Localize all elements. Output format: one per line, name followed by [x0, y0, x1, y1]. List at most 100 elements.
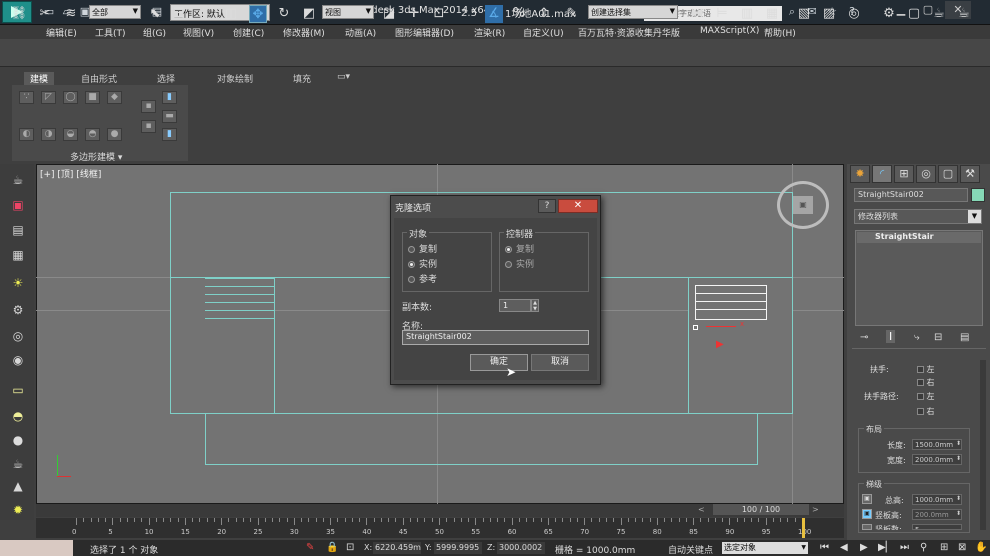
snap-toggle-icon[interactable]: 2.5: [460, 5, 478, 23]
object-color-swatch[interactable]: [971, 188, 985, 202]
sphere-half-icon[interactable]: ◓: [9, 408, 27, 424]
percent-snap-icon[interactable]: %: [510, 5, 528, 23]
box-icon[interactable]: ▭: [9, 382, 27, 398]
create-tab-icon[interactable]: ✸: [850, 165, 870, 183]
spinner-icon[interactable]: ⬍: [956, 495, 961, 502]
material-editor-icon[interactable]: ◎: [845, 5, 863, 23]
slider-right-icon[interactable]: >: [812, 505, 819, 514]
spinner-icon[interactable]: ⬍: [956, 510, 961, 517]
layer-manager-icon[interactable]: ▥: [738, 5, 756, 23]
ribbon-tool-1-icon[interactable]: ◐: [19, 128, 34, 141]
pin-stack-icon[interactable]: ⊸: [860, 332, 868, 343]
helper-icon[interactable]: ⚙: [9, 302, 27, 318]
total-height-field[interactable]: 1000.0mm: [912, 494, 962, 505]
spacewarp-icon[interactable]: ◎: [9, 328, 27, 344]
viewcube-face-icon[interactable]: ▣: [793, 196, 813, 214]
camera-icon[interactable]: ◉: [9, 352, 27, 368]
layer-icon[interactable]: ▦: [9, 247, 27, 263]
menu-plugin[interactable]: 百万瓦特·资源收集丹华版: [578, 26, 680, 39]
rect-selection-icon[interactable]: ⬚: [196, 5, 214, 23]
unlink-icon[interactable]: ✂: [36, 5, 54, 23]
select-object-icon[interactable]: ⬉: [146, 5, 164, 23]
riser-height-field[interactable]: 200.0mm: [912, 509, 962, 520]
spinner-icon[interactable]: ⬍: [956, 440, 961, 447]
width-field[interactable]: 2000.0mm: [912, 454, 962, 465]
viewport-label[interactable]: [+] [顶] [线框]: [40, 167, 101, 180]
tab-populate[interactable]: 填充: [293, 72, 311, 85]
zoom-icon[interactable]: ⚲: [920, 542, 927, 553]
dialog-close-button[interactable]: ✕: [558, 199, 598, 213]
radio-copy[interactable]: 复制: [408, 242, 437, 255]
play-icon[interactable]: ▶: [860, 542, 868, 553]
modifier-list-dropdown[interactable]: 修改器列表 ▼: [854, 209, 982, 224]
goto-end-icon[interactable]: ⏭: [900, 542, 909, 553]
menu-maxscript[interactable]: MAXScript(X): [700, 26, 759, 36]
maximize-viewport-icon[interactable]: ⊠: [958, 542, 966, 553]
utilities-tab-icon[interactable]: ⚒: [960, 165, 980, 183]
light-icon[interactable]: ☀: [9, 275, 27, 291]
make-unique-icon[interactable]: ⤷: [914, 332, 920, 343]
lock-selection-icon[interactable]: 🔒: [326, 542, 338, 553]
display-tab-icon[interactable]: ▢: [938, 165, 958, 183]
menu-views[interactable]: 视图(V): [183, 26, 214, 39]
isolate-icon[interactable]: ✎: [306, 542, 314, 553]
mirror-icon[interactable]: ⧓: [688, 5, 706, 23]
select-rotate-icon[interactable]: ↻: [275, 5, 293, 23]
y-coord-field[interactable]: 5999.9995: [434, 542, 482, 554]
tab-modeling[interactable]: 建模: [24, 72, 55, 85]
menu-customize[interactable]: 自定义(U): [523, 26, 564, 39]
object-name-field[interactable]: StraightStair002: [854, 188, 968, 202]
list-icon[interactable]: ▤: [9, 222, 27, 238]
modifier-stack[interactable]: StraightStair: [855, 230, 983, 326]
window-crossing-icon[interactable]: ◫: [222, 5, 240, 23]
dialog-help-button[interactable]: ?: [538, 199, 556, 213]
motion-tab-icon[interactable]: ◎: [916, 165, 936, 183]
left-stair[interactable]: [170, 277, 275, 414]
element-mode-icon[interactable]: ◆: [107, 91, 122, 104]
radio-instance[interactable]: 实例: [408, 257, 437, 270]
menu-rendering[interactable]: 渲染(R): [474, 26, 505, 39]
menu-graph-editors[interactable]: 图形编辑器(D): [395, 26, 454, 39]
tab-object-paint[interactable]: 对象绘制: [217, 72, 253, 85]
ribbon-panel-label[interactable]: 多边形建模 ▾: [70, 150, 122, 163]
ribbon-tool-2-icon[interactable]: ◑: [41, 128, 56, 141]
path-left-checkbox[interactable]: 左: [917, 391, 935, 402]
menu-group[interactable]: 组(G): [143, 26, 166, 39]
render-iterative-icon[interactable]: ☕: [955, 5, 973, 23]
key-filter-dropdown[interactable]: 选定对象 ▼: [722, 542, 808, 554]
stack-item[interactable]: StraightStair: [857, 232, 981, 243]
ribbon-side-3-icon[interactable]: ▮: [162, 91, 177, 104]
radio-reference[interactable]: 参考: [408, 272, 437, 285]
pivot-center-icon[interactable]: ◪: [380, 5, 398, 23]
ribbon-options-icon[interactable]: ▭▾: [337, 72, 350, 82]
sun-icon[interactable]: ✹: [9, 502, 27, 518]
align-icon[interactable]: ⊨: [713, 5, 731, 23]
viewcube[interactable]: ▣: [777, 181, 829, 229]
lock-total-icon[interactable]: ▣: [862, 494, 872, 504]
configure-sets-icon[interactable]: ▤: [960, 332, 969, 343]
trackbar[interactable]: 0510152025303540455055606570758085909510…: [36, 518, 844, 538]
spinner-snap-icon[interactable]: ⇕: [535, 5, 553, 23]
graphite-ribbon-icon[interactable]: ▦: [763, 5, 781, 23]
ribbon-tool-4-icon[interactable]: ◓: [85, 128, 100, 141]
menu-help[interactable]: 帮助(H): [764, 26, 796, 39]
selected-stair[interactable]: [695, 285, 767, 320]
riser-count-field[interactable]: 5: [912, 524, 962, 530]
x-coord-field[interactable]: 6220.459m: [373, 542, 421, 554]
menu-edit[interactable]: 编辑(E): [46, 26, 77, 39]
reference-coord-dropdown[interactable]: 视图 ▼: [322, 5, 374, 19]
command-panel-scrollbar[interactable]: [980, 360, 986, 530]
render-setup-icon[interactable]: ⚙: [880, 5, 898, 23]
border-mode-icon[interactable]: ◯: [63, 91, 78, 104]
select-manipulate-icon[interactable]: ✛: [405, 5, 423, 23]
zoom-all-icon[interactable]: ⊞: [940, 542, 948, 553]
remove-modifier-icon[interactable]: ⊟: [934, 332, 942, 343]
menu-modifiers[interactable]: 修改器(M): [283, 26, 325, 39]
ribbon-tool-3-icon[interactable]: ◒: [63, 128, 78, 141]
spinner-icon[interactable]: ⬍: [956, 455, 961, 462]
radio-controller-copy[interactable]: 复制: [505, 242, 534, 255]
bind-spacewarp-icon[interactable]: ≋: [62, 5, 80, 23]
name-field[interactable]: StraightStair002: [402, 330, 589, 345]
handrail-right-checkbox[interactable]: 右: [917, 377, 935, 388]
lock-riser-count-icon[interactable]: [862, 524, 872, 530]
